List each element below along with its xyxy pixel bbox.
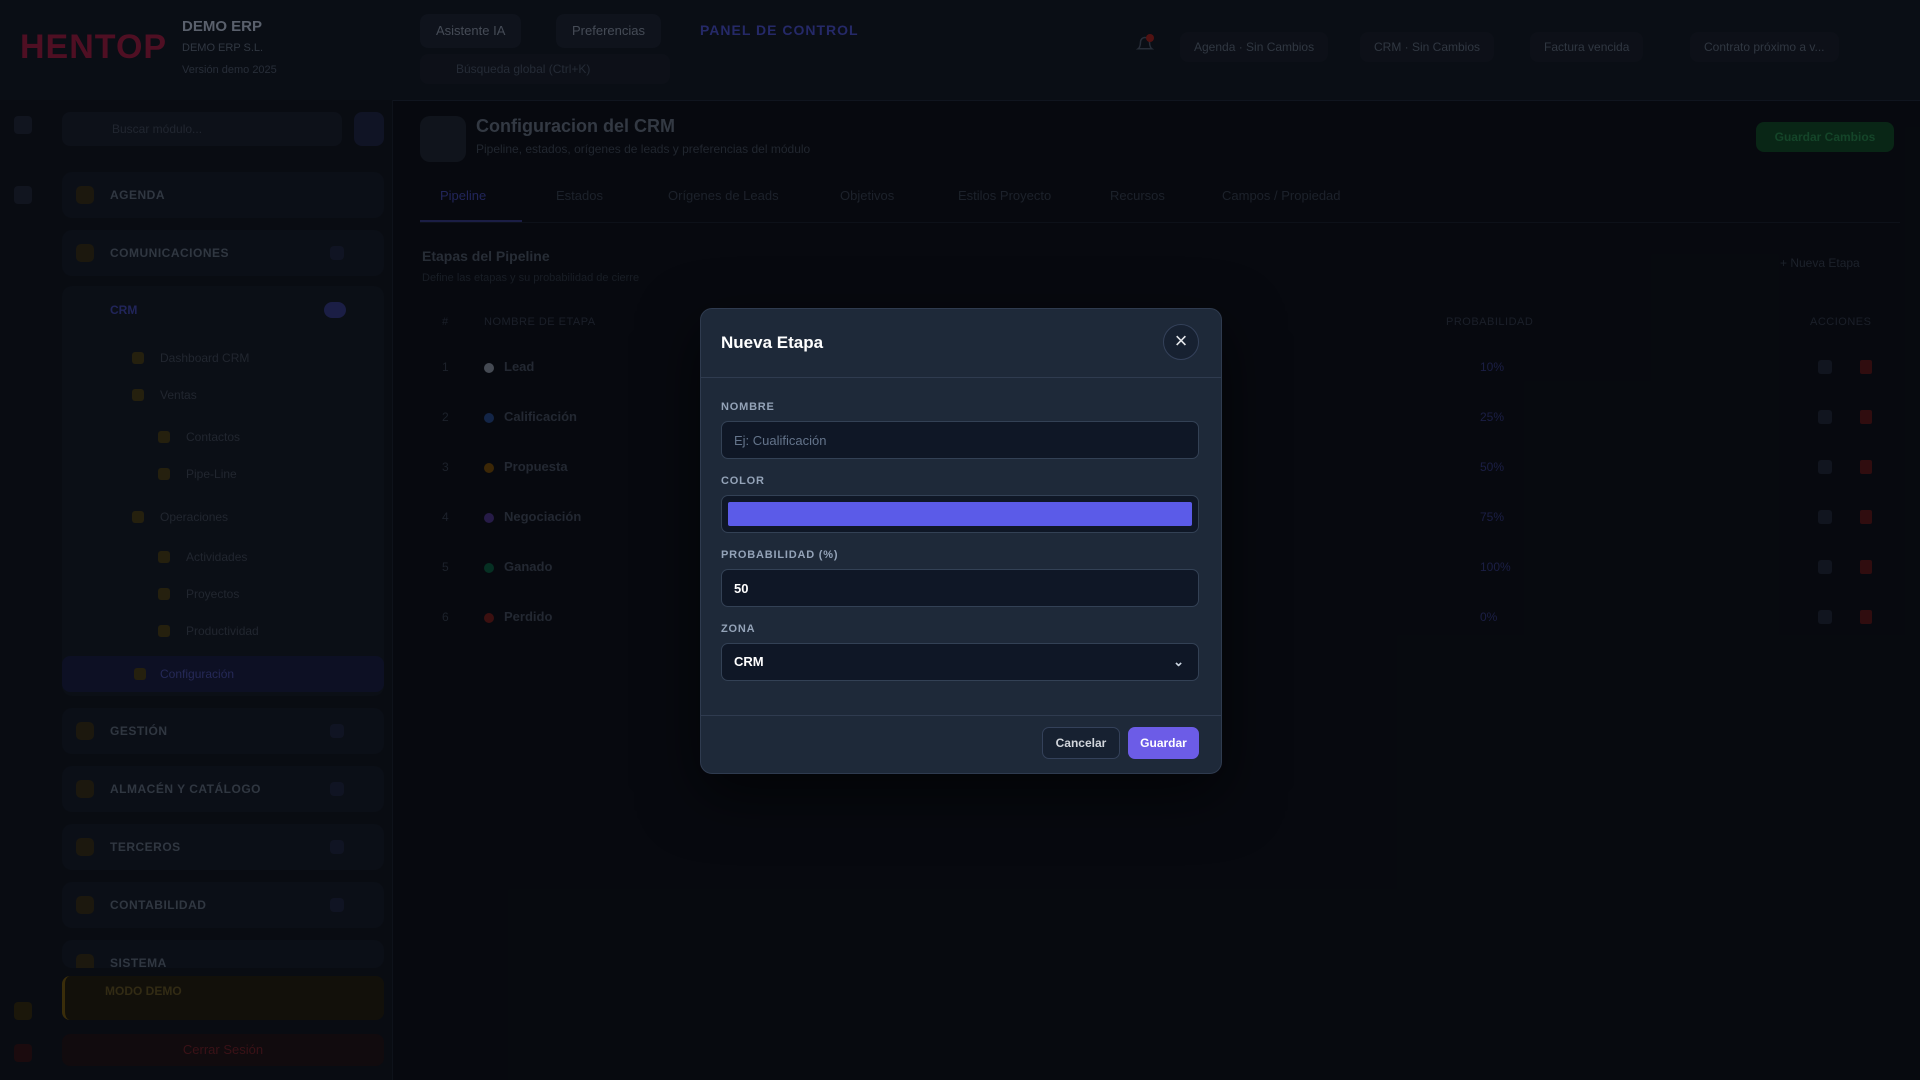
cancel-button[interactable]: Cancelar	[1042, 727, 1120, 759]
zone-value: CRM	[734, 654, 764, 669]
color-swatch	[728, 502, 1192, 526]
probability-label: PROBABILIDAD (%)	[721, 549, 839, 561]
modal-header: Nueva Etapa ×	[701, 309, 1221, 378]
zone-label: ZONA	[721, 623, 756, 635]
modal-footer-divider	[701, 715, 1221, 716]
save-button[interactable]: Guardar	[1128, 727, 1199, 759]
chevron-down-icon: ⌄	[1173, 654, 1184, 669]
color-picker[interactable]	[721, 495, 1199, 533]
zone-select[interactable]: CRM ⌄	[721, 643, 1199, 681]
close-button[interactable]: ×	[1163, 324, 1199, 360]
color-label: COLOR	[721, 475, 765, 487]
name-label: NOMBRE	[721, 401, 775, 413]
new-stage-modal: Nueva Etapa × NOMBRE COLOR PROBABILIDAD …	[700, 308, 1222, 774]
name-input[interactable]	[721, 421, 1199, 459]
modal-title: Nueva Etapa	[721, 333, 824, 352]
probability-input[interactable]	[721, 569, 1199, 607]
close-icon: ×	[1174, 328, 1188, 353]
